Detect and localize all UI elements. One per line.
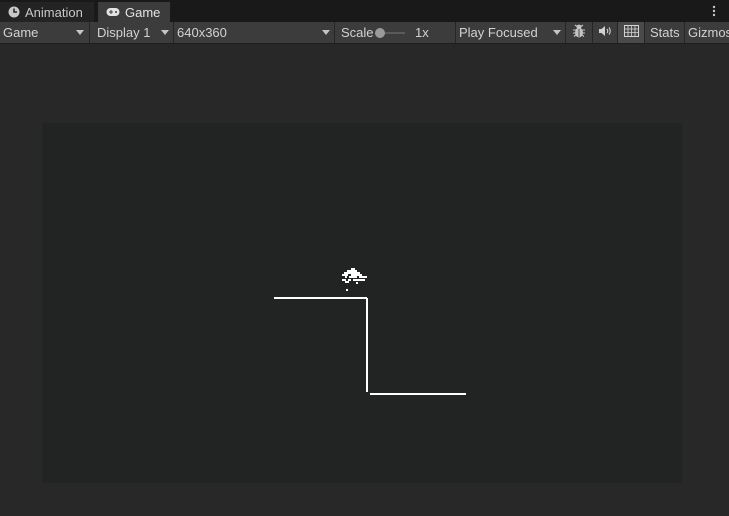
- game-toolbar: Game Display 1 640x360 Scale 1x Play Foc…: [0, 22, 729, 44]
- view-mode-label: Game: [3, 25, 39, 40]
- clock-icon: [8, 6, 20, 18]
- chevron-down-icon: [322, 30, 330, 35]
- play-mode-dropdown[interactable]: Play Focused: [456, 22, 565, 43]
- mute-audio-button[interactable]: [593, 22, 617, 43]
- tab-animation-label: Animation: [25, 4, 83, 20]
- scale-slider[interactable]: Scale 1x: [337, 22, 455, 43]
- chevron-down-icon: [553, 30, 561, 35]
- tab-game-label: Game: [125, 4, 161, 20]
- tab-game[interactable]: Game: [98, 2, 170, 22]
- display-label: Display 1: [97, 25, 151, 40]
- game-canvas[interactable]: [42, 123, 682, 483]
- play-mode-label: Play Focused: [459, 25, 538, 40]
- scale-label: Scale: [341, 25, 374, 40]
- tab-animation[interactable]: Animation: [0, 2, 94, 22]
- player-sprite: [342, 268, 367, 291]
- gizmo-grid-toggle[interactable]: [618, 22, 644, 43]
- level-geometry: [274, 297, 466, 395]
- scale-value: 1x: [415, 25, 429, 40]
- view-mode-dropdown[interactable]: Game: [0, 22, 88, 43]
- tab-bar: Animation Game: [0, 0, 729, 22]
- gamepad-icon: [106, 7, 120, 17]
- scale-slider-knob[interactable]: [375, 28, 385, 38]
- gizmos-button[interactable]: Gizmos: [685, 22, 729, 43]
- resolution-dropdown[interactable]: 640x360: [174, 22, 334, 43]
- stats-button[interactable]: Stats: [647, 22, 684, 43]
- bug-icon: [571, 23, 587, 42]
- display-dropdown[interactable]: Display 1: [94, 22, 173, 43]
- resolution-label: 640x360: [177, 25, 227, 40]
- chevron-down-icon: [161, 30, 169, 35]
- more-vertical-icon[interactable]: [709, 4, 719, 18]
- gizmos-label: Gizmos: [688, 25, 729, 40]
- game-scene: [274, 268, 466, 395]
- game-window: Animation Game Game Display 1 640x360 Sc…: [0, 0, 729, 516]
- grid-icon: [623, 25, 639, 40]
- game-view[interactable]: [0, 44, 729, 516]
- frame-debugger-button[interactable]: [566, 22, 592, 43]
- speaker-icon: [598, 25, 612, 40]
- chevron-down-icon: [76, 30, 84, 35]
- stats-label: Stats: [650, 25, 680, 40]
